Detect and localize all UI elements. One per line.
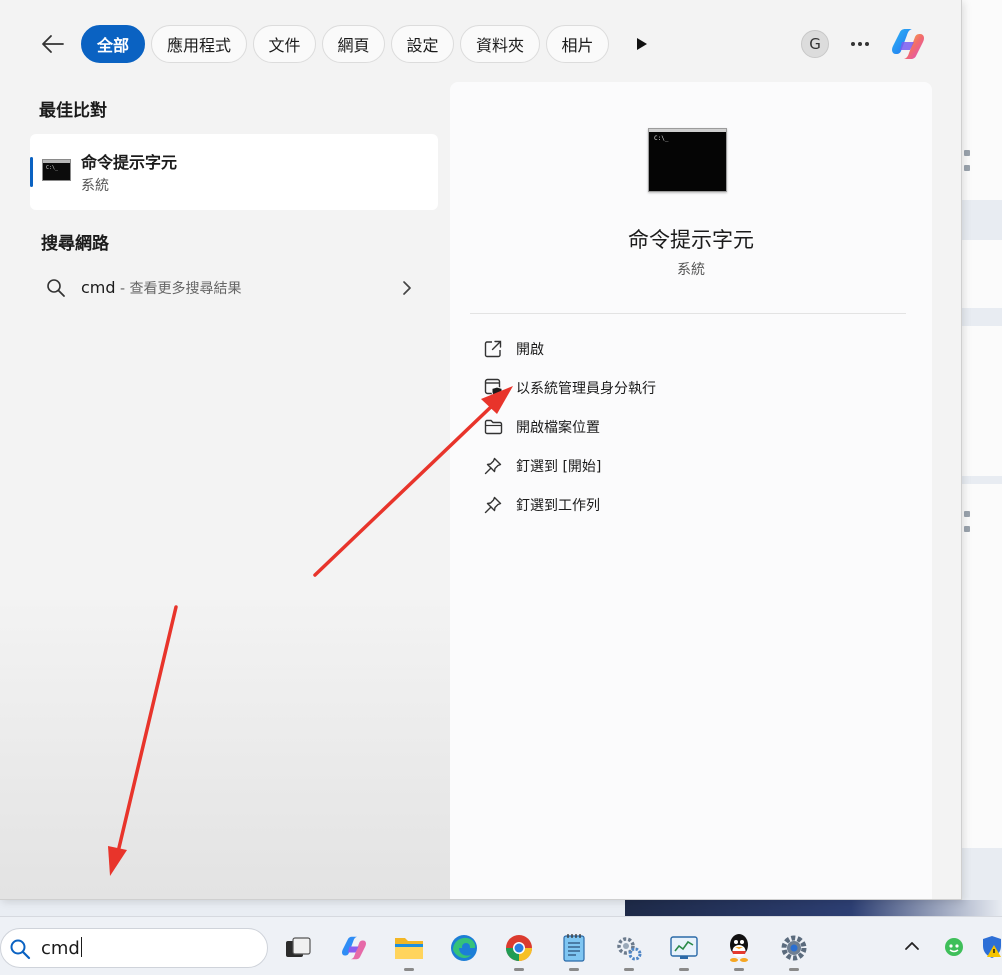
security-warning-icon[interactable]	[982, 935, 1002, 959]
open-external-icon	[484, 340, 502, 358]
command-prompt-icon: C:\_	[648, 128, 727, 192]
filter-bar: 全部 應用程式 文件 網頁 設定 資料夾 相片 G	[0, 0, 961, 88]
tab-folders[interactable]: 資料夾	[460, 25, 540, 63]
running-indicator	[514, 968, 524, 971]
command-prompt-icon: C:\_	[42, 159, 71, 181]
more-filters-button[interactable]	[628, 32, 656, 56]
back-button[interactable]	[38, 30, 68, 58]
taskbar-task-view[interactable]	[281, 931, 315, 965]
action-label: 以系統管理員身分執行	[516, 381, 656, 397]
settings-icon	[781, 935, 807, 961]
ellipsis-icon	[851, 42, 869, 46]
action-open-file-location[interactable]: 開啟檔案位置	[470, 409, 906, 445]
action-run-as-admin[interactable]: 以系統管理員身分執行	[470, 370, 906, 406]
web-search-hint: - 查看更多搜尋結果	[115, 281, 242, 297]
best-match-name: 命令提示字元	[81, 153, 178, 172]
control-panel-icon	[617, 937, 642, 961]
taskbar-control-panel[interactable]	[612, 931, 646, 971]
action-label: 釘選到工作列	[516, 498, 600, 514]
taskbar-search-box[interactable]: cmd	[0, 928, 268, 968]
search-icon	[10, 939, 31, 960]
taskbar-chrome[interactable]	[502, 931, 536, 971]
result-detail-pane: C:\_ 命令提示字元 系統 開啟 以系統管理員身分執行 開啟檔案位置 釘選到 …	[450, 82, 932, 899]
taskbar-performance-monitor[interactable]	[667, 931, 701, 971]
performance-monitor-icon	[670, 936, 698, 959]
tab-documents[interactable]: 文件	[253, 25, 316, 63]
copilot-button[interactable]	[888, 24, 928, 64]
detail-title: 命令提示字元	[628, 228, 754, 252]
desktop-wallpaper	[625, 900, 1002, 916]
folder-icon	[484, 419, 503, 435]
tab-web[interactable]: 網頁	[322, 25, 385, 63]
best-match-result[interactable]: C:\_ 命令提示字元 系統	[30, 134, 438, 210]
action-pin-to-start[interactable]: 釘選到 [開始]	[470, 448, 906, 484]
web-search-query: cmd	[81, 278, 116, 297]
action-open[interactable]: 開啟	[470, 331, 906, 367]
action-label: 釘選到 [開始]	[516, 459, 602, 475]
tab-settings[interactable]: 設定	[391, 25, 454, 63]
search-panel: 全部 應用程式 文件 網頁 設定 資料夾 相片 G 最佳比對 C:\_ 命令提示…	[0, 0, 962, 900]
file-explorer-icon	[395, 938, 423, 959]
qq-icon	[730, 934, 748, 962]
web-search-heading: 搜尋網路	[41, 234, 109, 254]
running-indicator	[569, 968, 579, 971]
copilot-icon	[892, 29, 924, 59]
taskbar-search-value: cmd	[41, 938, 80, 959]
chrome-icon	[505, 935, 533, 962]
arrow-left-icon	[42, 35, 64, 53]
tray-app-icon[interactable]	[943, 936, 965, 958]
best-match-heading: 最佳比對	[39, 101, 107, 121]
running-indicator	[679, 968, 689, 971]
text-caret	[80, 937, 82, 957]
task-view-icon	[286, 937, 311, 957]
tab-all[interactable]: 全部	[81, 25, 145, 63]
notepad-icon	[563, 934, 585, 962]
running-indicator	[734, 968, 744, 971]
copilot-icon	[342, 936, 366, 960]
running-indicator	[789, 968, 799, 971]
pin-icon	[484, 457, 502, 475]
taskbar-file-explorer[interactable]	[392, 931, 426, 971]
account-avatar[interactable]: G	[801, 30, 829, 58]
pin-icon	[484, 496, 502, 514]
taskbar: cmd	[0, 916, 1002, 975]
action-label: 開啟檔案位置	[516, 420, 600, 436]
action-pin-to-taskbar[interactable]: 釘選到工作列	[470, 487, 906, 523]
best-match-category: 系統	[81, 178, 109, 194]
web-search-result[interactable]: cmd - 查看更多搜尋結果	[30, 268, 438, 310]
run-as-admin-shield-icon	[484, 378, 503, 398]
taskbar-edge[interactable]	[447, 931, 481, 965]
edge-icon	[451, 935, 477, 961]
divider	[470, 313, 906, 314]
background-window	[960, 0, 1002, 900]
web-search-text: cmd - 查看更多搜尋結果	[81, 278, 242, 298]
taskbar-qq[interactable]	[722, 931, 756, 971]
tab-photos[interactable]: 相片	[546, 25, 609, 63]
search-icon	[47, 279, 65, 297]
chevron-right-icon	[403, 281, 411, 295]
tab-apps[interactable]: 應用程式	[151, 25, 247, 63]
running-indicator	[404, 968, 414, 971]
play-icon	[637, 38, 647, 50]
taskbar-settings[interactable]	[777, 931, 811, 971]
more-options-button[interactable]	[846, 30, 874, 58]
taskbar-notepad[interactable]	[557, 931, 591, 971]
action-label: 開啟	[516, 342, 544, 358]
taskbar-search-text: cmd	[41, 937, 82, 959]
taskbar-copilot[interactable]	[337, 931, 371, 965]
detail-subtitle: 系統	[677, 262, 705, 278]
selection-indicator	[30, 157, 33, 187]
running-indicator	[624, 968, 634, 971]
chevron-up-icon[interactable]	[904, 941, 920, 951]
